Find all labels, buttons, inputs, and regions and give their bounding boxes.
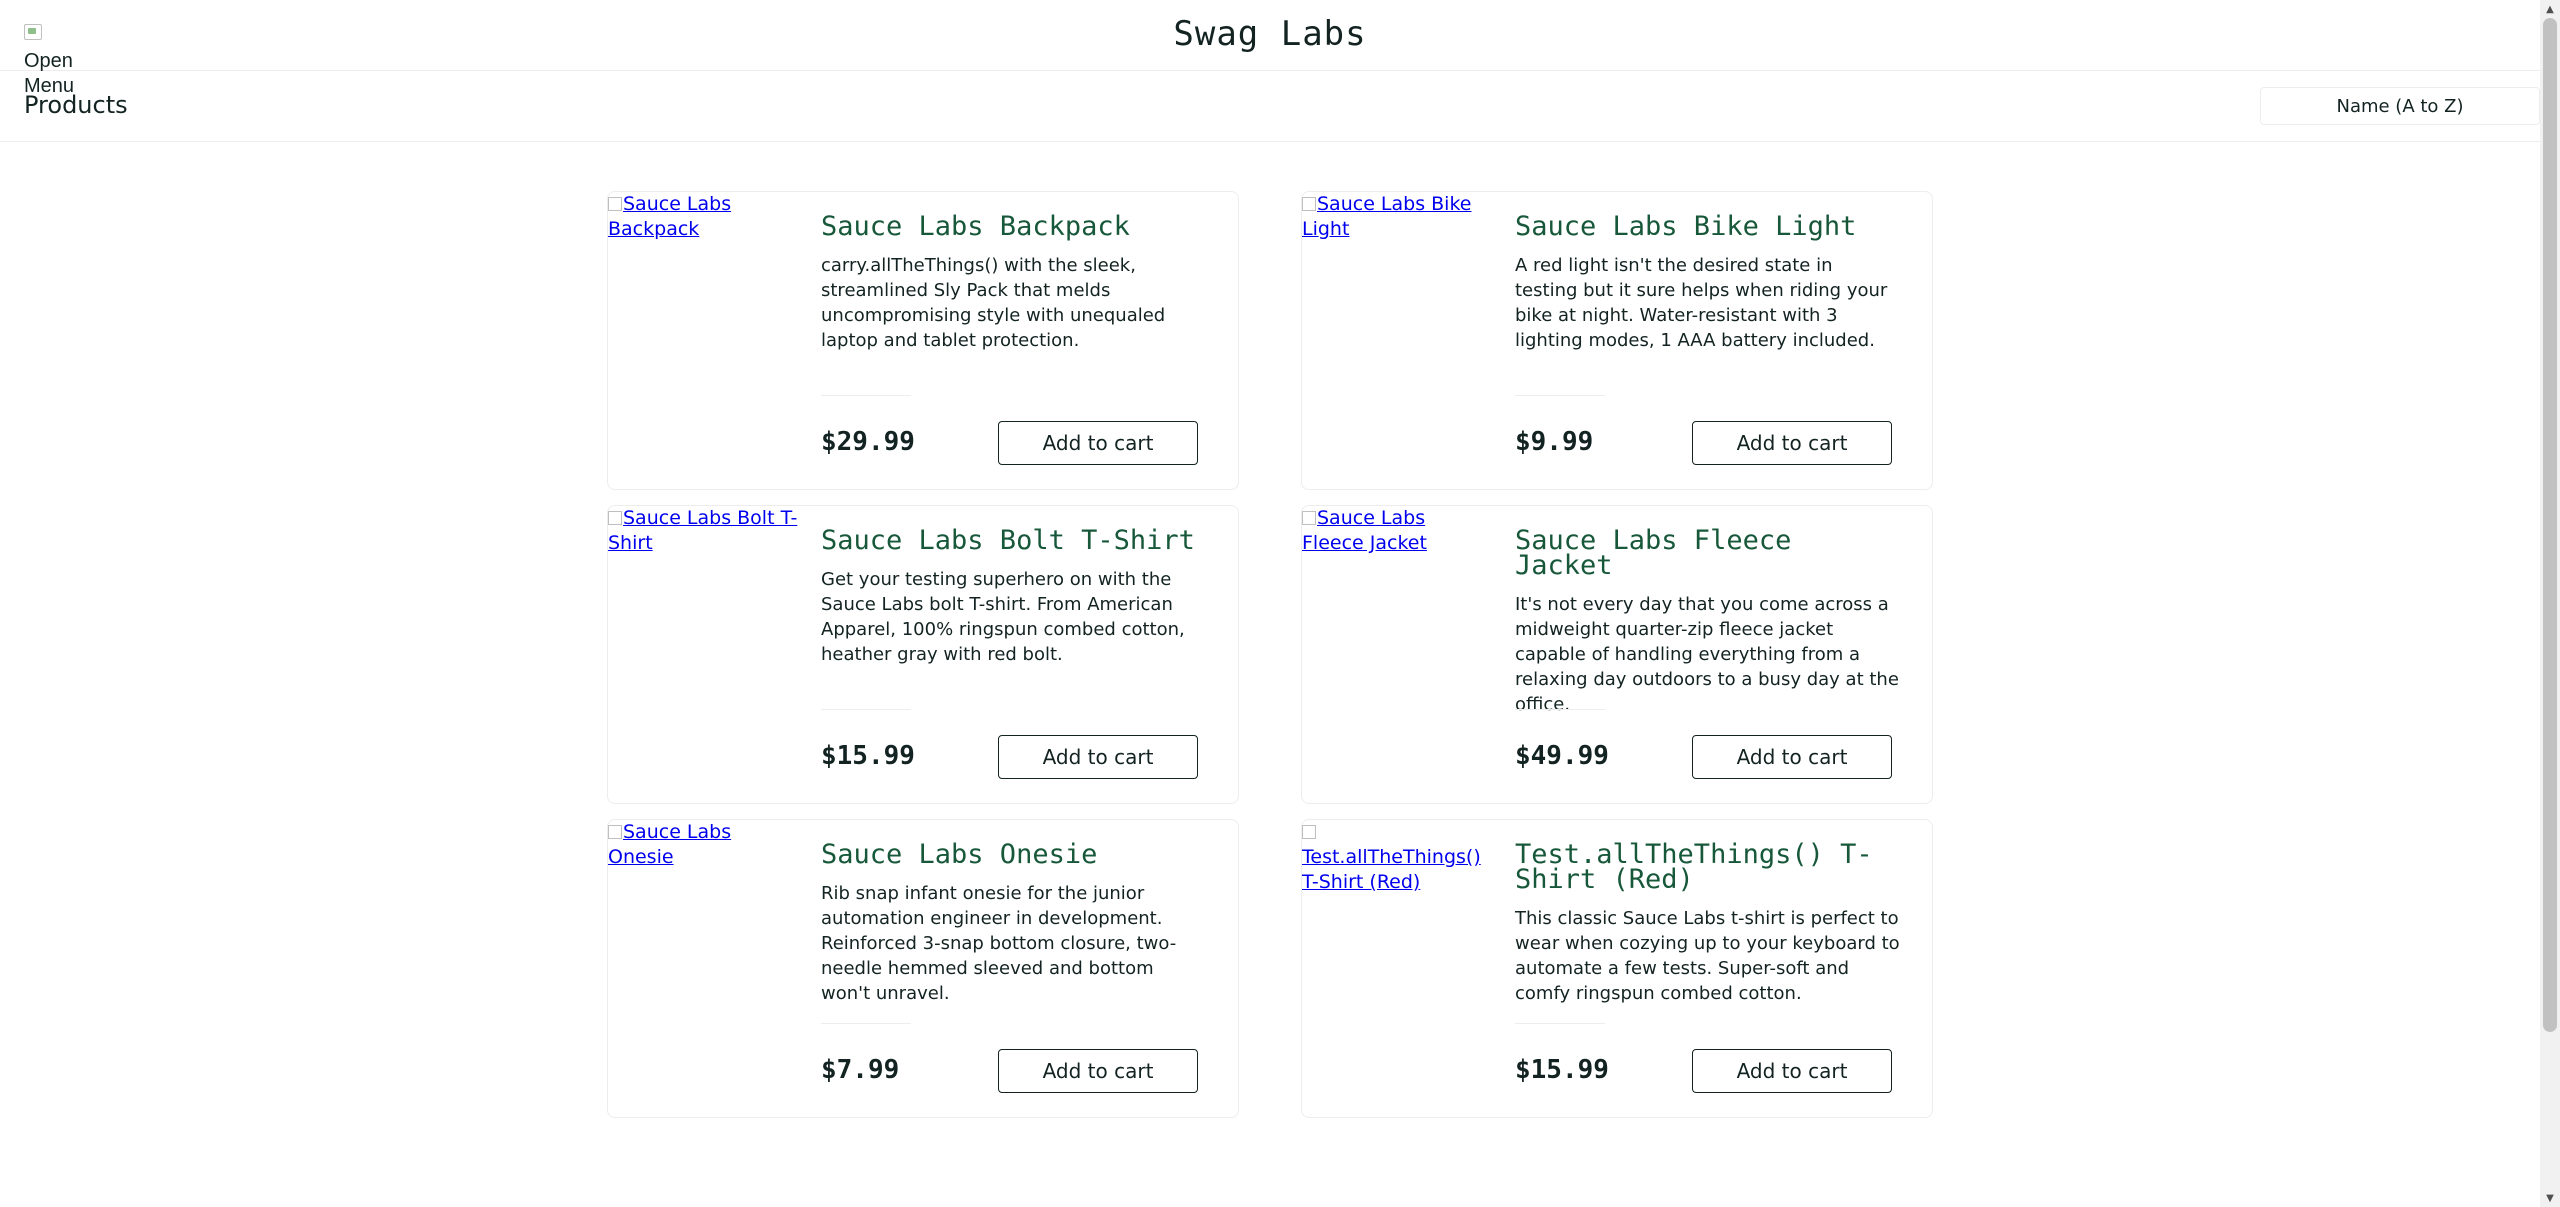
inventory-item: Sauce Labs Fleece Jacket Sauce Labs Flee… (1301, 505, 1933, 804)
item-image-link[interactable]: Test.allTheThings() T-Shirt (Red) (1302, 820, 1492, 895)
secondary-header: Products Name (A to Z) (0, 71, 2540, 142)
sort-select-value: Name (A to Z) (2336, 95, 2464, 117)
item-description: Rib snap infant onesie for the junior au… (821, 883, 1177, 1004)
item-name-link[interactable]: Sauce Labs Onesie (821, 841, 1206, 868)
item-body: Test.allTheThings() T-Shirt (Red) This c… (1515, 841, 1900, 1006)
item-price: $15.99 (1515, 1055, 1609, 1085)
add-to-cart-button[interactable]: Add to cart (998, 735, 1198, 779)
triangle-up-icon[interactable]: ▲ (2540, 0, 2560, 18)
item-name-link[interactable]: Sauce Labs Backpack (821, 213, 1206, 240)
item-body: Sauce Labs Bolt T-Shirt Get your testing… (821, 527, 1206, 667)
scrollbar-thumb[interactable] (2543, 18, 2557, 1032)
price-divider (821, 1023, 911, 1024)
item-footer: $15.99 Add to cart (1515, 1023, 1892, 1093)
item-footer: $29.99 Add to cart (821, 395, 1198, 465)
vertical-scrollbar[interactable]: ▲ ▼ (2540, 0, 2560, 1207)
item-image-link[interactable]: Sauce Labs Bolt T-Shirt (608, 506, 798, 556)
price-divider (1515, 395, 1605, 396)
item-price: $29.99 (821, 427, 915, 457)
item-name-link[interactable]: Sauce Labs Bolt T-Shirt (821, 527, 1206, 554)
item-image-link[interactable]: Sauce Labs Bike Light (1302, 192, 1492, 242)
price-divider (1515, 1023, 1605, 1024)
item-name-link[interactable]: Sauce Labs Bike Light (1515, 213, 1900, 240)
broken-image-icon (608, 197, 622, 211)
page: Open Menu Swag Labs Products Name (A to … (0, 0, 2540, 1207)
app-logo: Swag Labs (1173, 14, 1367, 54)
item-image-link[interactable]: Sauce Labs Onesie (608, 820, 798, 870)
item-body: Sauce Labs Bike Light A red light isn't … (1515, 213, 1900, 353)
item-body: Sauce Labs Fleece Jacket It's not every … (1515, 527, 1900, 717)
triangle-down-icon[interactable]: ▼ (2540, 1189, 2560, 1207)
item-image-link[interactable]: Sauce Labs Fleece Jacket (1302, 506, 1492, 556)
add-to-cart-button[interactable]: Add to cart (998, 421, 1198, 465)
broken-image-icon (1302, 197, 1316, 211)
inventory-item: Sauce Labs Onesie Sauce Labs Onesie Rib … (607, 819, 1239, 1118)
item-body: Sauce Labs Onesie Rib snap infant onesie… (821, 841, 1206, 1006)
inventory-list: Sauce Labs Backpack Sauce Labs Backpack … (607, 191, 1933, 1118)
inventory-item: Test.allTheThings() T-Shirt (Red) Test.a… (1301, 819, 1933, 1118)
item-footer: $49.99 Add to cart (1515, 709, 1892, 779)
item-price: $15.99 (821, 741, 915, 771)
primary-header: Open Menu Swag Labs (0, 0, 2540, 97)
broken-image-icon (1302, 825, 1316, 839)
item-body: Sauce Labs Backpack carry.allTheThings()… (821, 213, 1206, 353)
add-to-cart-button[interactable]: Add to cart (998, 1049, 1198, 1093)
item-description: This classic Sauce Labs t-shirt is perfe… (1515, 908, 1900, 1004)
broken-image-icon (1302, 511, 1316, 525)
page-title: Products (24, 91, 128, 119)
broken-image-icon (608, 825, 622, 839)
item-price: $7.99 (821, 1055, 900, 1085)
inventory-item: Sauce Labs Bike Light Sauce Labs Bike Li… (1301, 191, 1933, 490)
inventory-item: Sauce Labs Backpack Sauce Labs Backpack … (607, 191, 1239, 490)
item-price: $49.99 (1515, 741, 1609, 771)
item-footer: $7.99 Add to cart (821, 1023, 1198, 1093)
item-description: carry.allTheThings() with the sleek, str… (821, 255, 1166, 351)
item-footer: $9.99 Add to cart (1515, 395, 1892, 465)
price-divider (821, 395, 911, 396)
add-to-cart-button[interactable]: Add to cart (1692, 735, 1892, 779)
price-divider (821, 709, 911, 710)
item-name-link[interactable]: Sauce Labs Fleece Jacket (1515, 527, 1900, 579)
item-image-link[interactable]: Sauce Labs Backpack (608, 192, 798, 242)
sort-select[interactable]: Name (A to Z) (2260, 87, 2540, 125)
inventory-item: Sauce Labs Bolt T-Shirt Sauce Labs Bolt … (607, 505, 1239, 804)
item-description: It's not every day that you come across … (1515, 594, 1899, 715)
item-price: $9.99 (1515, 427, 1594, 457)
add-to-cart-button[interactable]: Add to cart (1692, 1049, 1892, 1093)
item-name-link[interactable]: Test.allTheThings() T-Shirt (Red) (1515, 841, 1900, 893)
add-to-cart-button[interactable]: Add to cart (1692, 421, 1892, 465)
item-description: Get your testing superhero on with the S… (821, 569, 1185, 665)
item-footer: $15.99 Add to cart (821, 709, 1198, 779)
price-divider (1515, 709, 1605, 710)
broken-image-icon (608, 511, 622, 525)
item-description: A red light isn't the desired state in t… (1515, 255, 1888, 351)
